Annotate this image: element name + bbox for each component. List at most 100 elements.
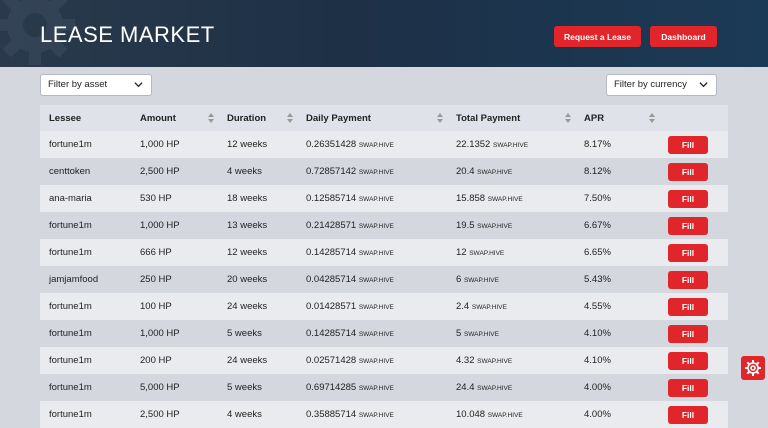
amount-cell: 1,000 HP	[140, 139, 180, 150]
currency-label: SWAP.HIVE	[358, 196, 394, 203]
amount-cell: 250 HP	[140, 274, 172, 285]
asset-filter-label: Filter by asset	[48, 79, 108, 90]
currency-label: SWAP.HIVE	[358, 385, 394, 392]
currency-label: SWAP.HIVE	[358, 277, 394, 284]
amount-cell: 200 HP	[140, 355, 172, 366]
currency-label: SWAP.HIVE	[463, 277, 499, 284]
fill-button[interactable]: Fill	[668, 297, 708, 316]
duration-cell: 24 weeks	[227, 355, 268, 366]
daily-payment-value: 0.14285714	[306, 247, 357, 258]
lessee-cell[interactable]: fortune1m	[40, 374, 131, 401]
currency-label: SWAP.HIVE	[487, 196, 523, 203]
table-row: fortune1m 1,000 HP 5 weeks 0.14285714 SW…	[40, 320, 728, 347]
total-payment-cell: 22.1352 SWAP.HIVE	[447, 131, 575, 158]
duration-cell: 4 weeks	[227, 409, 262, 420]
settings-button[interactable]	[741, 356, 765, 380]
duration-cell: 12 weeks	[227, 139, 268, 150]
apr-cell: 8.17%	[584, 139, 611, 150]
action-cell: Fill	[659, 131, 728, 158]
fill-button[interactable]: Fill	[668, 243, 708, 262]
total-payment-value: 2.4	[456, 301, 470, 312]
fill-button[interactable]: Fill	[668, 216, 708, 235]
total-payment-cell: 10.048 SWAP.HIVE	[447, 401, 575, 428]
lessee-cell[interactable]: centtoken	[40, 158, 131, 185]
total-payment-value: 10.048	[456, 409, 486, 420]
fill-button[interactable]: Fill	[668, 162, 708, 181]
table-row: jamjamfood 250 HP 20 weeks 0.04285714 SW…	[40, 266, 728, 293]
total-payment-value: 5	[456, 328, 462, 339]
apr-cell: 4.00%	[584, 382, 611, 393]
apr-cell: 6.65%	[584, 247, 611, 258]
column-header-amount[interactable]: Amount	[131, 105, 218, 131]
dashboard-button[interactable]: Dashboard	[650, 26, 717, 47]
page-title: LEASE MARKET	[40, 22, 215, 47]
sort-icon	[287, 113, 293, 123]
fill-button[interactable]: Fill	[668, 270, 708, 289]
fill-button[interactable]: Fill	[668, 189, 708, 208]
daily-payment-value: 0.14285714	[306, 328, 357, 339]
table-row: fortune1m 100 HP 24 weeks 0.01428571 SWA…	[40, 293, 728, 320]
lessee-cell[interactable]: fortune1m	[40, 131, 131, 158]
apr-cell: 5.43%	[584, 274, 611, 285]
currency-label: SWAP.HIVE	[358, 250, 394, 257]
action-cell: Fill	[659, 401, 728, 428]
total-payment-value: 22.1352	[456, 139, 491, 150]
column-header-apr[interactable]: APR	[575, 105, 659, 131]
column-header-action	[659, 105, 728, 131]
lessee-cell[interactable]: fortune1m	[40, 347, 131, 374]
amount-cell: 1,000 HP	[140, 328, 180, 339]
currency-filter-select[interactable]: Filter by currency	[606, 74, 717, 96]
currency-label: SWAP.HIVE	[477, 223, 513, 230]
total-payment-cell: 19.5 SWAP.HIVE	[447, 212, 575, 239]
fill-button[interactable]: Fill	[668, 324, 708, 343]
sort-icon	[208, 113, 214, 123]
amount-cell: 1,000 HP	[140, 220, 180, 231]
request-lease-button[interactable]: Request a Lease	[554, 26, 641, 47]
lessee-cell[interactable]: fortune1m	[40, 239, 131, 266]
lessee-cell[interactable]: jamjamfood	[40, 266, 131, 293]
duration-cell: 18 weeks	[227, 193, 268, 204]
lessee-cell[interactable]: fortune1m	[40, 293, 131, 320]
amount-cell: 100 HP	[140, 301, 172, 312]
header-banner: LEASE MARKET Request a Lease Dashboard	[0, 0, 768, 67]
fill-button[interactable]: Fill	[668, 351, 708, 370]
daily-payment-value: 0.72857142	[306, 166, 357, 177]
action-cell: Fill	[659, 320, 728, 347]
daily-payment-value: 0.04285714	[306, 274, 357, 285]
column-header-label: Amount	[140, 112, 176, 124]
table-row: ana-maria 530 HP 18 weeks 0.12585714 SWA…	[40, 185, 728, 212]
fill-button[interactable]: Fill	[668, 405, 708, 424]
duration-cell: 4 weeks	[227, 166, 262, 177]
column-header-daily-payment[interactable]: Daily Payment	[297, 105, 447, 131]
apr-cell: 7.50%	[584, 193, 611, 204]
total-payment-cell: 2.4 SWAP.HIVE	[447, 293, 575, 320]
asset-filter-select[interactable]: Filter by asset	[40, 74, 152, 96]
action-cell: Fill	[659, 293, 728, 320]
currency-label: SWAP.HIVE	[477, 358, 513, 365]
column-header-total-payment[interactable]: Total Payment	[447, 105, 575, 131]
apr-cell: 4.10%	[584, 328, 611, 339]
column-header-duration[interactable]: Duration	[218, 105, 297, 131]
fill-button[interactable]: Fill	[668, 378, 708, 397]
daily-payment-cell: 0.69714285 SWAP.HIVE	[297, 374, 447, 401]
duration-cell: 5 weeks	[227, 382, 262, 393]
duration-cell: 24 weeks	[227, 301, 268, 312]
currency-label: SWAP.HIVE	[358, 169, 394, 176]
currency-label: SWAP.HIVE	[463, 331, 499, 338]
total-payment-cell: 20.4 SWAP.HIVE	[447, 158, 575, 185]
lessee-cell[interactable]: fortune1m	[40, 401, 131, 428]
lessee-cell[interactable]: fortune1m	[40, 320, 131, 347]
action-cell: Fill	[659, 374, 728, 401]
lessee-cell[interactable]: fortune1m	[40, 212, 131, 239]
apr-cell: 4.55%	[584, 301, 611, 312]
daily-payment-value: 0.69714285	[306, 382, 357, 393]
daily-payment-value: 0.21428571	[306, 220, 357, 231]
duration-cell: 5 weeks	[227, 328, 262, 339]
apr-cell: 4.10%	[584, 355, 611, 366]
lessee-cell[interactable]: ana-maria	[40, 185, 131, 212]
fill-button[interactable]: Fill	[668, 135, 708, 154]
currency-label: SWAP.HIVE	[471, 304, 507, 311]
total-payment-value: 12	[456, 247, 467, 258]
sort-icon	[437, 113, 443, 123]
total-payment-value: 19.5	[456, 220, 475, 231]
